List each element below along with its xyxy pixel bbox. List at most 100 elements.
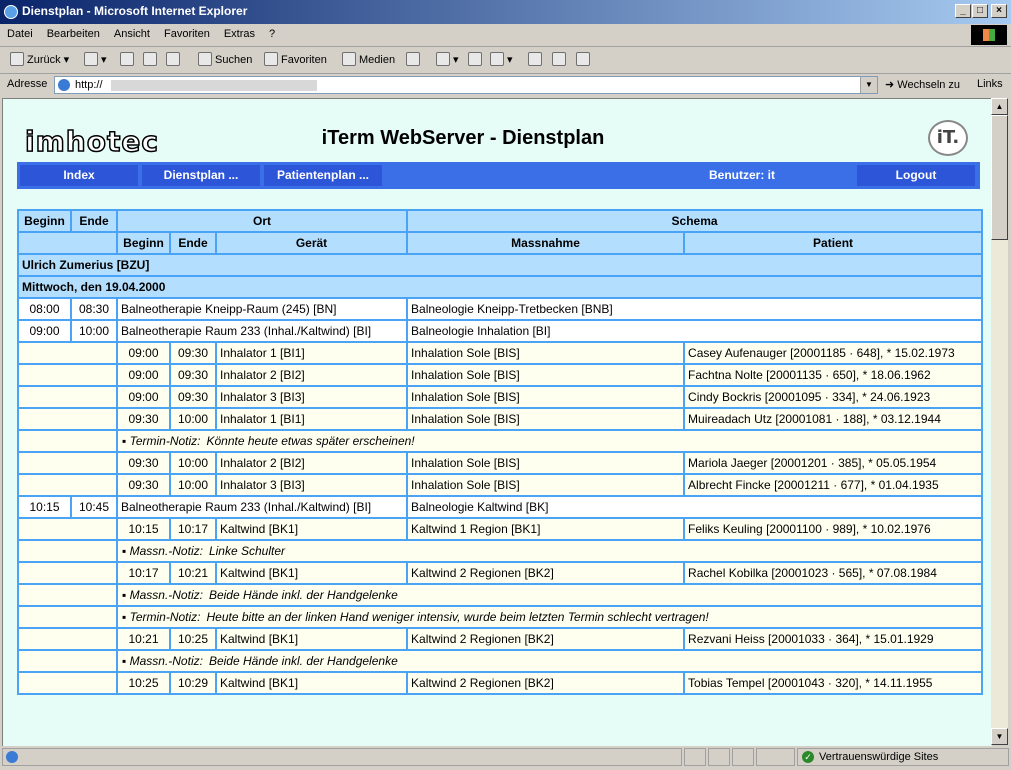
research-button[interactable] (576, 52, 593, 66)
treatment-start: 09:00 (116, 341, 171, 365)
note-row: ▪ Massn.-Notiz: Beide Hände inkl. der Han… (17, 583, 984, 607)
treatment-device: Inhalator 2 [BI2] (214, 363, 409, 387)
address-value: http:// (75, 79, 103, 91)
refresh-icon (143, 52, 157, 66)
address-input[interactable]: http:// ▼ (54, 76, 878, 94)
nav-patientenplan[interactable]: Patientenplan ... (264, 165, 382, 186)
treatment-end: 10:00 (169, 407, 217, 431)
note-text: Heute bitte an der linken Hand weniger i… (206, 610, 709, 624)
menu-ansicht[interactable]: Ansicht (107, 24, 157, 40)
treatment-device: Kaltwind [BK1] (214, 517, 409, 541)
links-button[interactable]: Links (977, 78, 1003, 90)
treatment-measure: Kaltwind 2 Regionen [BK2] (406, 627, 686, 651)
schedule-body: Beginn Ende Ort Schema Beginn Ende Gerät… (16, 209, 984, 695)
scroll-thumb[interactable] (991, 115, 1008, 240)
search-label: Suchen (215, 54, 253, 66)
menu-favoriten[interactable]: Favoriten (157, 24, 217, 40)
treatment-spacer (17, 517, 118, 541)
discuss-button[interactable] (528, 52, 545, 66)
media-button[interactable]: Medien (342, 52, 395, 66)
nav-index[interactable]: Index (20, 165, 138, 186)
person-row: Ulrich Zumerius [BZU] (16, 253, 984, 277)
home-button[interactable] (166, 52, 183, 66)
back-button[interactable]: Zurück ▾ (10, 52, 69, 66)
treatment-row: 09:00 09:30 Inhalator 3 [BI3] Inhalation So… (17, 385, 984, 409)
treatment-start: 10:25 (116, 671, 171, 695)
mail-button[interactable]: ▾ (436, 52, 459, 66)
treatment-spacer (17, 363, 118, 387)
go-button[interactable]: ➜ Wechseln zu (885, 78, 960, 91)
menu-extras[interactable]: Extras (217, 24, 262, 40)
menu-help[interactable]: ? (262, 24, 282, 40)
appointment-row: 10:15 10:45 Balneotherapie Raum 233 (Inhal… (17, 495, 984, 519)
treatment-device: Kaltwind [BK1] (214, 561, 409, 585)
treatment-row: 09:00 09:30 Inhalator 1 [BI1] Inhalation So… (17, 341, 984, 365)
status-bar: ✓ Vertrauenswürdige Sites (0, 746, 1011, 770)
window-titlebar: Dienstplan - Microsoft Internet Explorer… (0, 0, 1011, 24)
iterm-logo: iT. (928, 120, 968, 156)
stop-icon (120, 52, 134, 66)
treatment-end: 09:30 (169, 341, 217, 365)
treatment-row: 10:17 10:21 Kaltwind [BK1] Kaltwind 2 Regio… (17, 561, 984, 585)
refresh-button[interactable] (143, 52, 160, 66)
maximize-button[interactable]: □ (972, 4, 988, 18)
treatment-measure: Inhalation Sole [BIS] (406, 363, 686, 387)
word-icon (490, 52, 504, 66)
note-bullet-icon: ▪ (122, 434, 130, 448)
treatment-spacer (17, 627, 118, 651)
search-button[interactable]: Suchen (198, 52, 252, 66)
messenger-button[interactable] (552, 52, 569, 66)
treatment-patient: Fachtna Nolte [20001135 · 650], * 18.06.… (683, 363, 984, 387)
back-arrow-icon (10, 52, 24, 66)
scroll-up-icon[interactable]: ▲ (991, 98, 1008, 115)
col-geraet: Gerät (214, 231, 409, 255)
note-spacer (17, 649, 118, 673)
note-key: Massn.-Notiz: (129, 588, 203, 602)
security-zone-label: Vertrauenswürdige Sites (819, 751, 939, 763)
vertical-scrollbar[interactable]: ▲ ▼ (991, 98, 1008, 745)
treatment-patient: Cindy Bockris [20001095 · 334], * 24.06.… (683, 385, 984, 409)
menu-bearbeiten[interactable]: Bearbeiten (40, 24, 107, 40)
stop-button[interactable] (120, 52, 137, 66)
trusted-check-icon: ✓ (802, 751, 814, 763)
appointment-schema: Balneologie Inhalation [BI] (406, 319, 984, 343)
treatment-measure: Kaltwind 1 Region [BK1] (406, 517, 686, 541)
status-cell-1 (684, 748, 706, 766)
page-icon (58, 79, 70, 91)
treatment-row: 09:30 10:00 Inhalator 3 [BI3] Inhalation So… (17, 473, 984, 497)
menu-datei[interactable]: Datei (0, 24, 40, 40)
history-button[interactable] (406, 52, 423, 66)
status-cell-2 (708, 748, 730, 766)
treatment-row: 10:21 10:25 Kaltwind [BK1] Kaltwind 2 Regio… (17, 627, 984, 651)
col-sub-beginn: Beginn (116, 231, 171, 255)
note-key: Termin-Notiz: (129, 610, 201, 624)
treatment-measure: Inhalation Sole [BIS] (406, 341, 686, 365)
favorites-button[interactable]: Favoriten (264, 52, 327, 66)
forward-arrow-icon (84, 52, 98, 66)
scroll-down-icon[interactable]: ▼ (991, 728, 1008, 745)
note-bullet-icon: ▪ (122, 654, 130, 668)
treatment-device: Kaltwind [BK1] (214, 671, 409, 695)
note-cell: ▪ Termin-Notiz: Heute bitte an der linken… (115, 605, 984, 629)
nav-logout[interactable]: Logout (857, 165, 975, 186)
imhotec-logo: imhotec (24, 124, 159, 159)
security-zone: ✓ Vertrauenswürdige Sites (797, 748, 1009, 766)
schedule-table: Beginn Ende Ort Schema Beginn Ende Gerät… (16, 209, 984, 695)
minimize-button[interactable]: _ (955, 4, 971, 18)
nav-dienstplan[interactable]: Dienstplan ... (142, 165, 260, 186)
close-button[interactable]: × (991, 4, 1007, 18)
note-row: ▪ Massn.-Notiz: Beide Hände inkl. der Han… (17, 649, 984, 673)
address-label: Adresse (7, 78, 48, 90)
treatment-end: 10:00 (169, 473, 217, 497)
appointment-schema: Balneologie Kneipp-Tretbecken [BNB] (406, 297, 984, 321)
treatment-patient: Rachel Kobilka [20001023 · 565], * 07.08… (683, 561, 984, 585)
appointment-location: Balneotherapie Kneipp-Raum (245) [BN] (115, 297, 409, 321)
col-sub-ende: Ende (169, 231, 217, 255)
col-patient: Patient (683, 231, 984, 255)
treatment-device: Inhalator 2 [BI2] (214, 451, 409, 475)
treatment-patient: Rezvani Heiss [20001033 · 364], * 15.01.… (683, 627, 984, 651)
forward-button[interactable]: ▾ (84, 52, 107, 66)
edit-button[interactable]: ▾ (490, 52, 513, 66)
print-button[interactable] (468, 52, 485, 66)
address-dropdown-icon[interactable]: ▼ (860, 77, 877, 93)
